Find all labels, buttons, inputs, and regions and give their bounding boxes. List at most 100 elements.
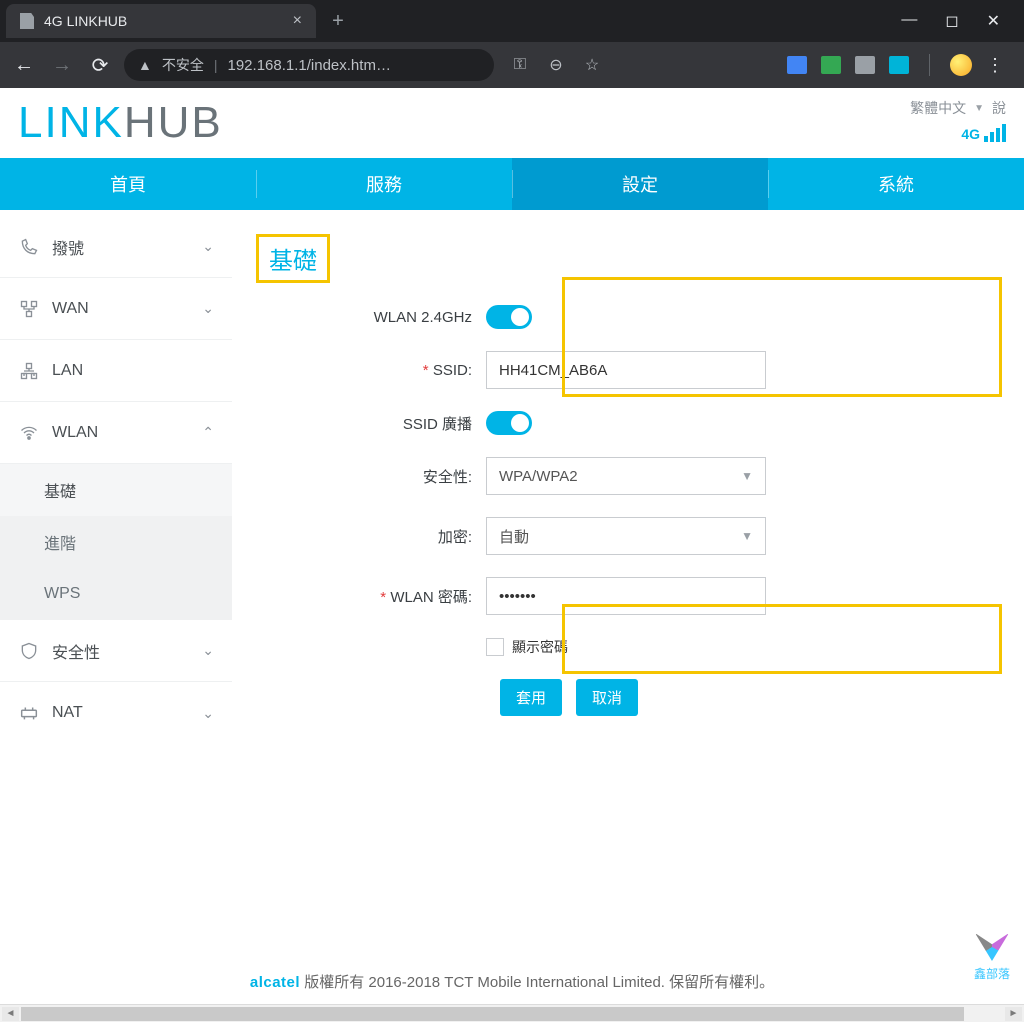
sidebar-item-nat[interactable]: NAT ⌄ — [0, 682, 232, 744]
close-icon[interactable]: × — [293, 12, 302, 30]
browser-tab[interactable]: 4G LINKHUB × — [6, 4, 316, 38]
encryption-value: 自動 — [499, 526, 529, 547]
section-title-highlight: 基礎 — [256, 234, 330, 283]
ssid-label: SSID: — [326, 362, 486, 379]
help-link[interactable]: 說 — [992, 98, 1006, 118]
scroll-left-icon[interactable]: ◄ — [2, 1007, 19, 1021]
logo-part1: LINK — [18, 98, 124, 147]
window-minimize-icon[interactable]: — — [901, 11, 917, 31]
logo: LINKHUB — [18, 98, 223, 148]
chevron-down-icon: ▼ — [741, 469, 753, 483]
sidebar-item-dial[interactable]: 撥號 ⌄ — [0, 216, 232, 278]
apply-button[interactable]: 套用 — [500, 679, 562, 716]
lan-icon — [18, 360, 40, 382]
chevron-up-icon: ⌃ — [202, 424, 214, 441]
sidebar-item-label: WAN — [52, 300, 89, 318]
extension-icon-3[interactable] — [855, 56, 875, 74]
insecure-icon: ▲ — [138, 57, 152, 73]
scrollbar-track[interactable] — [21, 1007, 1003, 1021]
tab-title: 4G LINKHUB — [44, 13, 283, 29]
sidebar-sub-wlan-wps[interactable]: WPS — [0, 568, 232, 620]
watermark: 鑫部落 — [974, 933, 1010, 982]
scrollbar-thumb[interactable] — [21, 1007, 964, 1021]
sidebar-item-security[interactable]: 安全性 ⌄ — [0, 620, 232, 682]
ssid-input[interactable] — [486, 351, 766, 389]
nav-system[interactable]: 系統 — [768, 158, 1024, 210]
sidebar-sub-wlan-basic[interactable]: 基礎 — [0, 464, 232, 516]
back-icon[interactable]: ← — [10, 54, 38, 77]
menu-icon[interactable]: ⋮ — [986, 55, 1004, 76]
sidebar-item-label: 安全性 — [52, 639, 100, 663]
wlan24-toggle[interactable] — [486, 305, 532, 329]
signal-indicator: 4G — [961, 124, 1006, 142]
cancel-button[interactable]: 取消 — [576, 679, 638, 716]
reload-icon[interactable]: ⟳ — [86, 53, 114, 78]
security-value: WPA/WPA2 — [499, 468, 578, 485]
language-selector[interactable]: 繁體中文 — [910, 98, 966, 118]
extension-icon-1[interactable] — [787, 56, 807, 74]
browser-tab-strip: 4G LINKHUB × + — ◻ ✕ — [0, 0, 1024, 42]
wifi-icon — [18, 422, 40, 444]
sidebar-item-label: 撥號 — [52, 235, 84, 259]
insecure-label: 不安全 — [162, 55, 204, 75]
sidebar: 撥號 ⌄ WAN ⌄ LAN WLAN ⌃ — [0, 210, 232, 744]
watermark-icon — [975, 933, 1009, 961]
footer-copyright: 版權所有 2016-2018 TCT Mobile International … — [304, 974, 774, 991]
wan-icon — [18, 298, 40, 320]
section-title: 基礎 — [269, 241, 317, 276]
nav-home[interactable]: 首頁 — [0, 158, 256, 210]
separator: | — [214, 57, 218, 73]
show-password-label: 顯示密碼 — [512, 637, 568, 657]
address-bar[interactable]: ▲ 不安全 | 192.168.1.1/index.htm… — [124, 49, 494, 81]
extension-icon-4[interactable] — [889, 56, 909, 74]
key-icon[interactable]: ⚿ — [510, 55, 530, 75]
profile-avatar-icon[interactable] — [950, 54, 972, 76]
shield-icon — [18, 640, 40, 662]
sidebar-sub-wlan-advanced[interactable]: 進階 — [0, 516, 232, 568]
sidebar-item-wan[interactable]: WAN ⌄ — [0, 278, 232, 340]
logo-part2: HUB — [124, 98, 223, 147]
star-icon[interactable]: ☆ — [582, 55, 602, 75]
sidebar-item-label: LAN — [52, 362, 83, 380]
main-content: 基礎 WLAN 2.4GHz SSID: SSID — [232, 210, 1024, 744]
signal-bars-icon — [984, 124, 1006, 142]
footer-brand: alcatel — [250, 974, 300, 991]
new-tab-button[interactable]: + — [324, 7, 352, 35]
url-text: 192.168.1.1/index.htm… — [228, 57, 391, 74]
signal-label: 4G — [961, 126, 980, 142]
nat-icon — [18, 702, 40, 724]
browser-toolbar: ← → ⟳ ▲ 不安全 | 192.168.1.1/index.htm… ⚿ ⊖… — [0, 42, 1024, 88]
sidebar-item-label: WLAN — [52, 424, 98, 442]
encryption-select[interactable]: 自動 ▼ — [486, 517, 766, 555]
wlan24-label: WLAN 2.4GHz — [326, 309, 486, 326]
show-password-checkbox[interactable] — [486, 638, 504, 656]
encryption-label: 加密: — [326, 526, 486, 547]
ssid-broadcast-label: SSID 廣播 — [326, 413, 486, 434]
window-maximize-icon[interactable]: ◻ — [945, 11, 958, 31]
watermark-text: 鑫部落 — [974, 965, 1010, 982]
chevron-down-icon: ⌄ — [202, 642, 214, 659]
phone-icon — [18, 236, 40, 258]
security-select[interactable]: WPA/WPA2 ▼ — [486, 457, 766, 495]
ssid-broadcast-toggle[interactable] — [486, 411, 532, 435]
horizontal-scrollbar[interactable]: ◄ ► — [0, 1004, 1024, 1022]
security-label: 安全性: — [326, 466, 486, 487]
window-close-icon[interactable]: ✕ — [987, 11, 1000, 31]
scroll-right-icon[interactable]: ► — [1005, 1007, 1022, 1021]
chevron-down-icon: ⌄ — [202, 300, 214, 317]
chevron-down-icon: ⌄ — [202, 238, 214, 255]
file-icon — [20, 13, 34, 29]
toolbar-separator — [929, 54, 930, 76]
password-label: WLAN 密碼: — [326, 586, 486, 607]
zoom-icon[interactable]: ⊖ — [546, 55, 566, 75]
sidebar-item-wlan[interactable]: WLAN ⌃ — [0, 402, 232, 464]
nav-settings[interactable]: 設定 — [512, 158, 768, 210]
nav-services[interactable]: 服務 — [256, 158, 512, 210]
top-nav: 首頁 服務 設定 系統 — [0, 158, 1024, 210]
password-input[interactable] — [486, 577, 766, 615]
chevron-down-icon[interactable]: ▼ — [974, 103, 984, 114]
extension-icon-2[interactable] — [821, 56, 841, 74]
chevron-down-icon: ⌄ — [202, 705, 214, 722]
forward-icon[interactable]: → — [48, 54, 76, 77]
sidebar-item-lan[interactable]: LAN — [0, 340, 232, 402]
